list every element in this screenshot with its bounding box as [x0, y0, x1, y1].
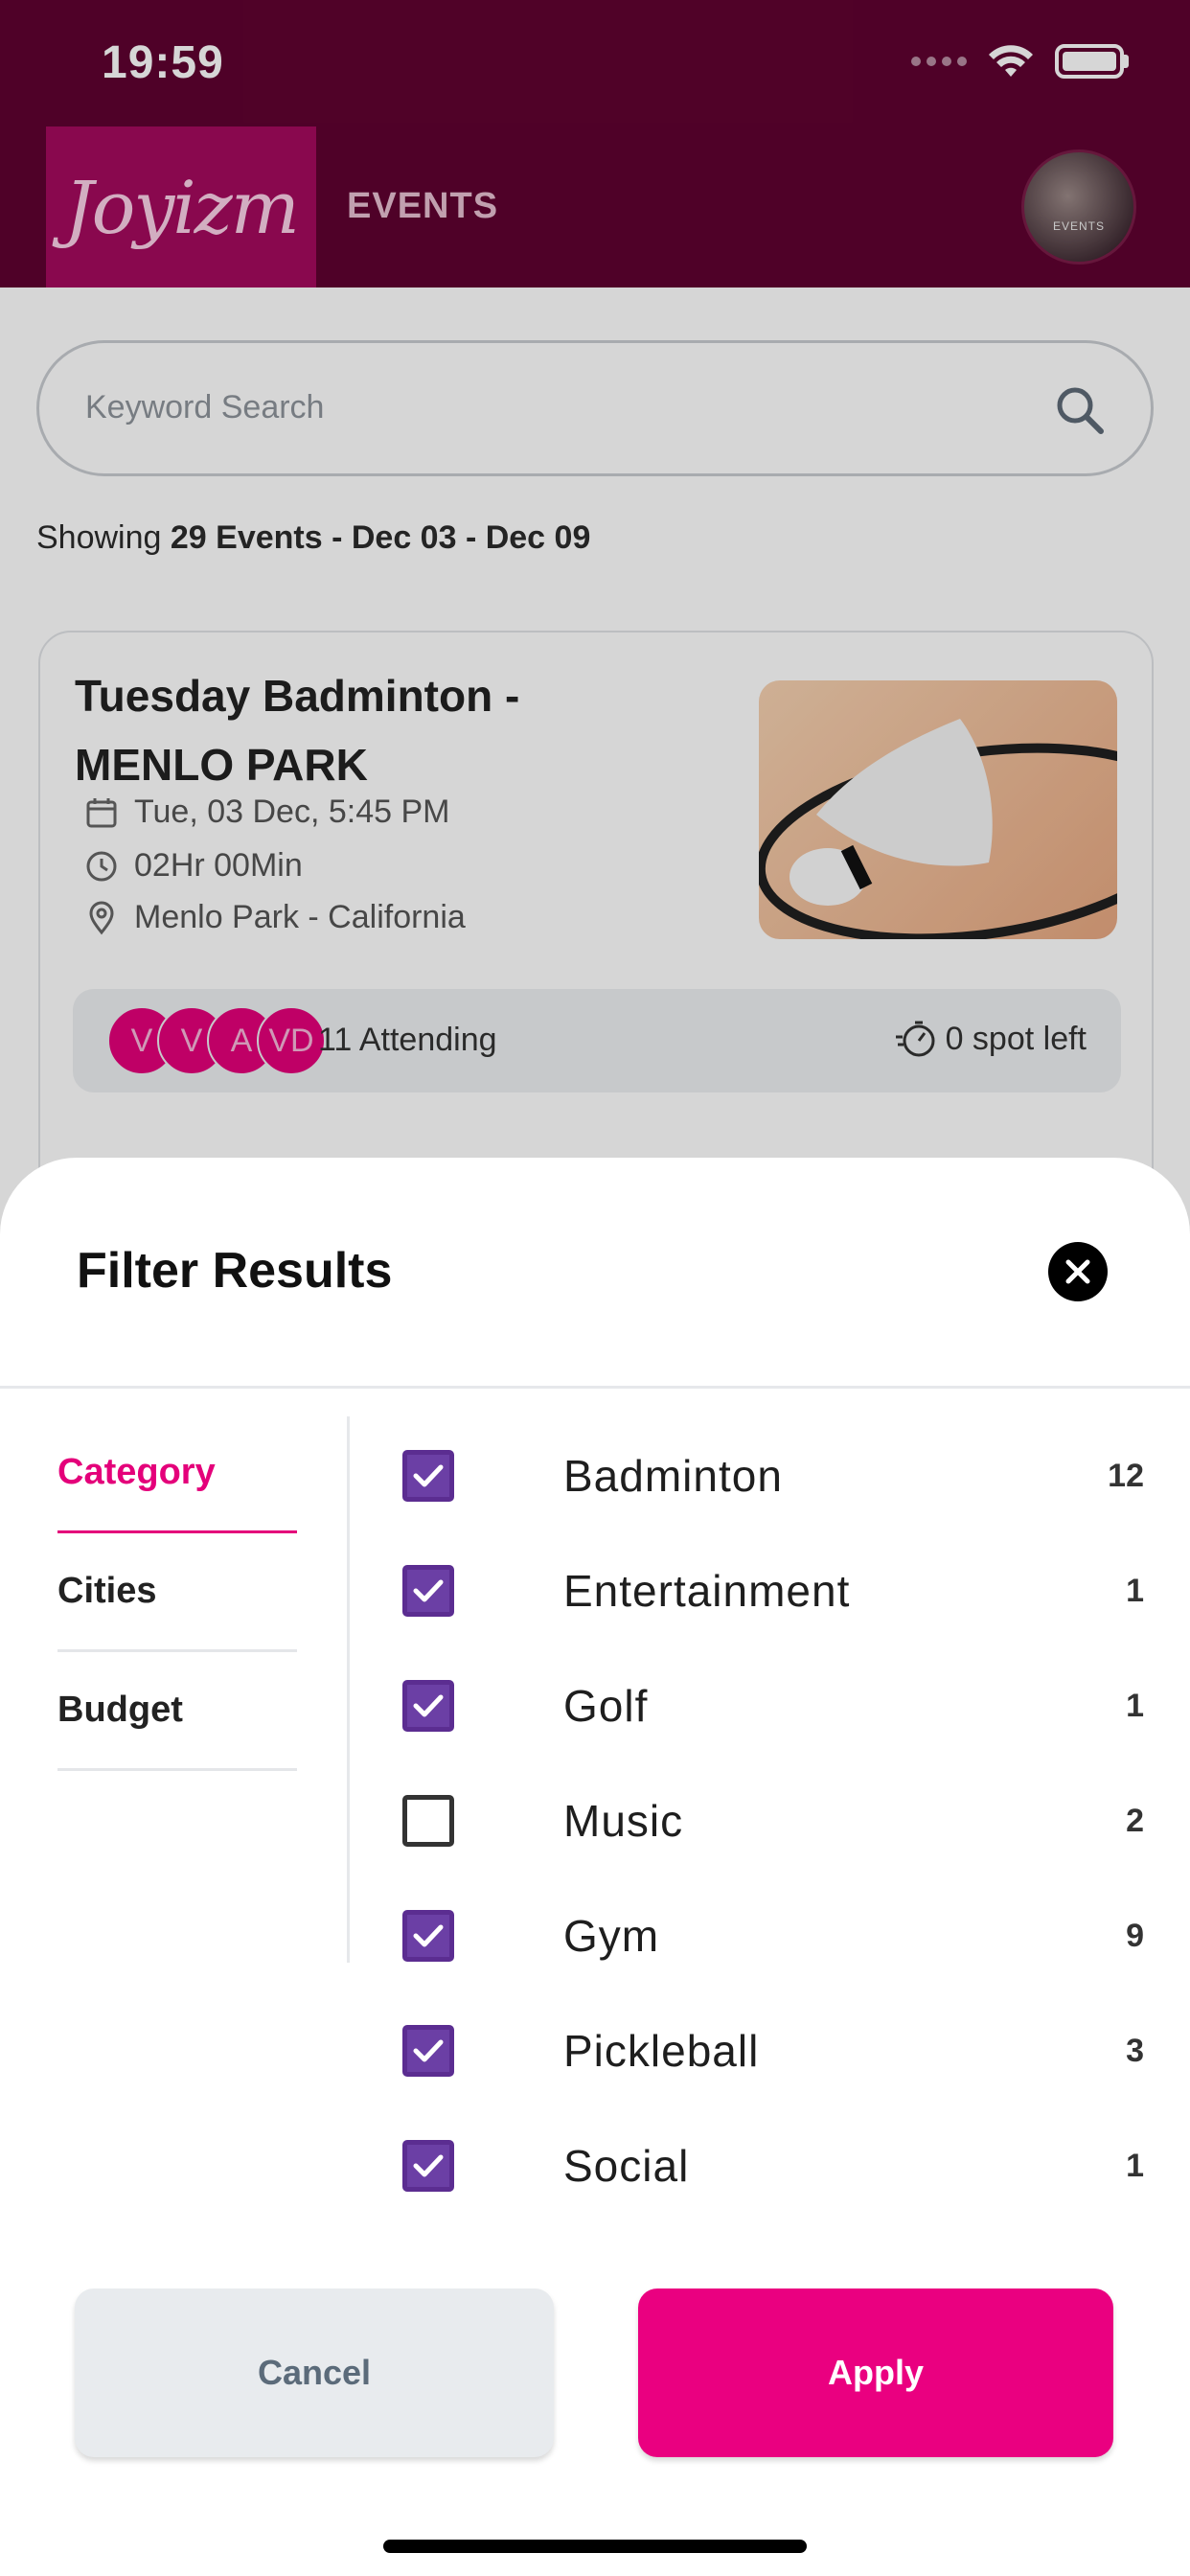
checkmark-icon	[413, 2039, 444, 2062]
option-count: 9	[1126, 1917, 1144, 1954]
tab-cities[interactable]: Cities	[57, 1533, 297, 1652]
option-social[interactable]: Social 1	[402, 2108, 1150, 2223]
option-label: Badminton	[563, 1451, 783, 1501]
checkbox-checked[interactable]	[402, 1680, 454, 1732]
filter-tabs: Category Cities Budget	[57, 1414, 297, 1771]
checkbox-unchecked[interactable]	[402, 1795, 454, 1847]
option-entertainment[interactable]: Entertainment 1	[402, 1533, 1150, 1648]
filter-title: Filter Results	[77, 1243, 393, 1299]
filter-sheet: Filter Results Category Cities Budget Ba…	[0, 1158, 1190, 2576]
option-music[interactable]: Music 2	[402, 1763, 1150, 1878]
tab-budget[interactable]: Budget	[57, 1652, 297, 1771]
divider	[347, 1416, 350, 1963]
checkmark-icon	[413, 1694, 444, 1717]
option-pickleball[interactable]: Pickleball 3	[402, 1993, 1150, 2108]
option-label: Gym	[563, 1911, 660, 1961]
checkbox-checked[interactable]	[402, 2140, 454, 2192]
checkmark-icon	[413, 1924, 444, 1947]
close-button[interactable]	[1048, 1242, 1108, 1301]
option-label: Music	[563, 1796, 684, 1846]
checkbox-checked[interactable]	[402, 1910, 454, 1962]
option-gym[interactable]: Gym 9	[402, 1878, 1150, 1993]
option-badminton[interactable]: Badminton 12	[402, 1418, 1150, 1533]
close-icon	[1065, 1259, 1090, 1284]
option-label: Social	[563, 2141, 690, 2191]
option-golf[interactable]: Golf 1	[402, 1648, 1150, 1763]
option-label: Pickleball	[563, 2026, 760, 2076]
checkmark-icon	[413, 1579, 444, 1602]
option-count: 2	[1126, 1802, 1144, 1839]
checkmark-icon	[413, 1464, 444, 1487]
checkbox-checked[interactable]	[402, 2025, 454, 2077]
category-options: Badminton 12 Entertainment 1 Golf 1 Musi…	[402, 1418, 1150, 2223]
option-count: 1	[1126, 1687, 1144, 1724]
checkmark-icon	[413, 2154, 444, 2177]
option-label: Golf	[563, 1681, 649, 1731]
checkbox-checked[interactable]	[402, 1565, 454, 1617]
tab-category[interactable]: Category	[57, 1414, 297, 1533]
divider	[0, 1386, 1190, 1389]
checkbox-checked[interactable]	[402, 1450, 454, 1502]
option-count: 1	[1126, 1572, 1144, 1609]
cancel-button[interactable]: Cancel	[75, 2288, 554, 2457]
apply-button[interactable]: Apply	[638, 2288, 1113, 2457]
option-label: Entertainment	[563, 1566, 851, 1616]
option-count: 12	[1108, 1457, 1144, 1494]
option-count: 1	[1126, 2147, 1144, 2184]
option-count: 3	[1126, 2032, 1144, 2069]
home-indicator	[383, 2540, 807, 2553]
